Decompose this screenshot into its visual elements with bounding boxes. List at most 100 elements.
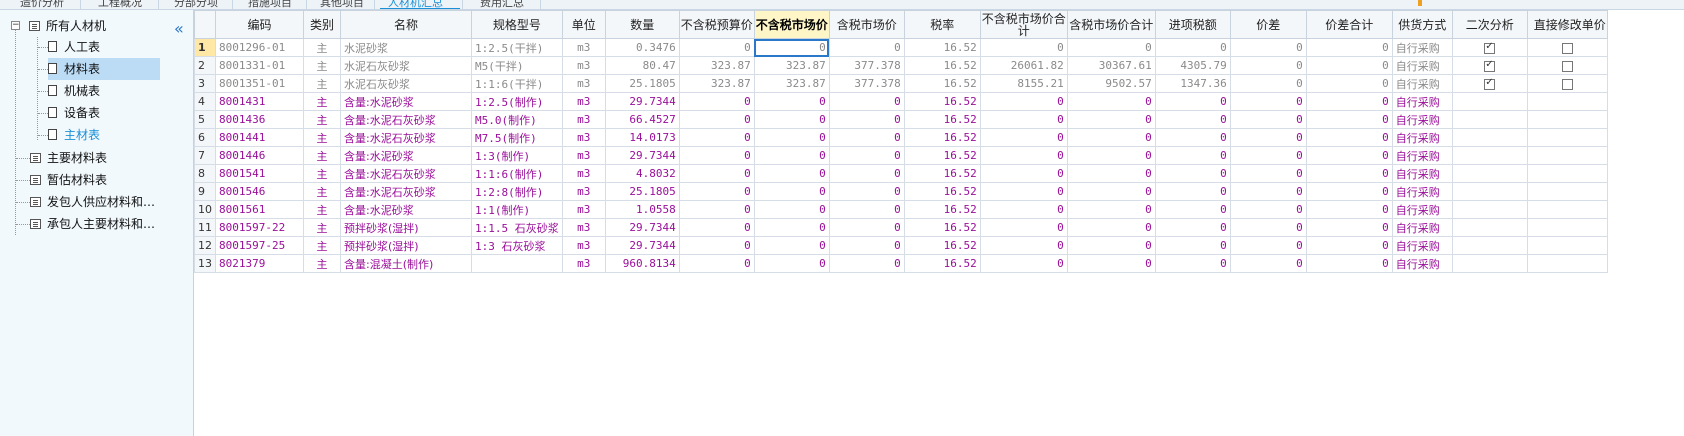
cell-quantity[interactable]: 25.1805 xyxy=(604,182,680,201)
cell-tax-rate[interactable]: 16.52 xyxy=(903,74,981,93)
cell-supply-method[interactable]: 自行采购 xyxy=(1391,74,1453,93)
cell-unit[interactable]: m3 xyxy=(561,200,606,219)
checked-checkbox[interactable] xyxy=(1484,59,1496,72)
cell-budget-price[interactable]: 0 xyxy=(678,128,755,147)
cell-spec[interactable]: 1:3 石灰砂浆 xyxy=(471,236,563,255)
cell-market-total[interactable]: 0 xyxy=(979,110,1068,129)
tree-item-provisional-materials[interactable]: 暂估材料表 xyxy=(30,169,107,191)
cell-name[interactable]: 含量:水泥砂浆 xyxy=(340,92,472,111)
cell-budget-price[interactable]: 0 xyxy=(678,164,755,183)
cell-market-tax-total[interactable]: 0 xyxy=(1066,218,1156,237)
cell-supply-method[interactable]: 自行采购 xyxy=(1391,92,1453,111)
cell-market-tax-total[interactable]: 0 xyxy=(1066,92,1156,111)
header-market-total[interactable]: 不含税市场价合计 xyxy=(979,10,1068,39)
cell-supply-method[interactable]: 自行采购 xyxy=(1391,56,1453,75)
tree-root-all-materials[interactable]: − 所有人材机 xyxy=(11,15,106,37)
cell-price-diff[interactable]: 0 xyxy=(1229,38,1307,57)
cell-price-diff[interactable]: 0 xyxy=(1229,56,1307,75)
cell-code[interactable]: 8001331-01 xyxy=(215,56,304,75)
row-number[interactable]: 3 xyxy=(194,74,216,93)
table-row[interactable]: 13 8021379 主含量:混凝土(制作) m3 960.8134 0 0 0 16.52 0 0… xyxy=(194,254,1608,273)
cell-input-tax[interactable]: 4305.79 xyxy=(1154,56,1231,75)
cell-type[interactable]: 主 xyxy=(303,146,341,165)
cell-name[interactable]: 水泥砂浆 xyxy=(340,38,472,57)
cell-market-price[interactable]: 0 xyxy=(753,128,830,147)
cell-market-tax-total[interactable]: 0 xyxy=(1066,236,1156,255)
cell-input-tax[interactable]: 0 xyxy=(1154,182,1231,201)
cell-price-diff-total[interactable]: 0 xyxy=(1305,56,1393,75)
header-type[interactable]: 类别 xyxy=(303,10,341,39)
cell-unit[interactable]: m3 xyxy=(561,254,606,273)
cell-price-diff[interactable]: 0 xyxy=(1229,254,1307,273)
cell-unit[interactable]: m3 xyxy=(561,164,606,183)
cell-budget-price[interactable]: 0 xyxy=(678,38,755,57)
cell-unit[interactable]: m3 xyxy=(561,218,606,237)
cell-type[interactable]: 主 xyxy=(303,38,341,57)
cell-market-total[interactable]: 0 xyxy=(979,236,1068,255)
cell-supply-method[interactable]: 自行采购 xyxy=(1391,38,1453,57)
cell-price-diff-total[interactable]: 0 xyxy=(1305,254,1393,273)
cell-market-price[interactable]: 0 xyxy=(753,200,830,219)
table-row[interactable]: 11 8001597-22 主预拌砂浆(湿拌) 1:1.5 石灰砂浆 m3 29.7344… xyxy=(194,218,1608,237)
header-input-tax[interactable]: 进项税额 xyxy=(1154,10,1231,39)
cell-price-diff-total[interactable]: 0 xyxy=(1305,38,1393,57)
cell-quantity[interactable]: 4.8032 xyxy=(604,164,680,183)
tree-item-materials[interactable]: 材料表 xyxy=(48,58,160,80)
cell-tax-rate[interactable]: 16.52 xyxy=(903,128,981,147)
cell-market-price-tax[interactable]: 0 xyxy=(828,218,905,237)
tree-item-machinery[interactable]: 机械表 xyxy=(48,80,160,102)
cell-price-diff-total[interactable]: 0 xyxy=(1305,236,1393,255)
unchecked-checkbox[interactable] xyxy=(1561,60,1573,72)
table-row[interactable]: 8 8001541 主含量:水泥石灰砂浆 1:1:6(制作) m3 4.8032 0 0 0 16… xyxy=(194,164,1608,183)
cell-market-price[interactable]: 323.87 xyxy=(753,74,830,93)
cell-market-total[interactable]: 0 xyxy=(979,38,1068,57)
table-row[interactable]: 7 8001446 主含量:水泥砂浆 1:3(制作) m3 29.7344 0 0 0 16.52… xyxy=(194,146,1608,165)
cell-type[interactable]: 主 xyxy=(303,56,341,75)
cell-type[interactable]: 主 xyxy=(303,164,341,183)
table-row[interactable]: 10 8001561 主含量:水泥砂浆 1:1(制作) m3 1.0558 0 0 0 16.52… xyxy=(194,200,1608,219)
cell-market-price-tax[interactable]: 0 xyxy=(828,110,905,129)
cell-market-tax-total[interactable]: 30367.61 xyxy=(1066,56,1156,75)
cell-supply-method[interactable]: 自行采购 xyxy=(1391,236,1453,255)
cell-market-price[interactable]: 0 xyxy=(753,110,830,129)
cell-code[interactable]: 8001436 xyxy=(215,110,304,129)
table-row[interactable]: 6 8001441 主含量:水泥石灰砂浆 M7.5(制作) m3 14.0173 0 0 0 16… xyxy=(194,128,1608,147)
cell-market-tax-total[interactable]: 0 xyxy=(1066,146,1156,165)
cell-budget-price[interactable]: 0 xyxy=(678,200,755,219)
cell-price-diff-total[interactable]: 0 xyxy=(1305,128,1393,147)
checked-checkbox[interactable] xyxy=(1484,77,1496,90)
cell-price-diff[interactable]: 0 xyxy=(1229,236,1307,255)
cell-market-price-tax[interactable]: 0 xyxy=(828,164,905,183)
cell-budget-price[interactable]: 0 xyxy=(678,254,755,273)
cell-quantity[interactable]: 1.0558 xyxy=(604,200,680,219)
row-number[interactable]: 7 xyxy=(194,146,216,165)
cell-market-price-tax[interactable]: 377.378 xyxy=(828,74,905,93)
cell-price-diff-total[interactable]: 0 xyxy=(1305,74,1393,93)
row-number[interactable]: 5 xyxy=(194,110,216,129)
tab-fee-summary[interactable]: 费用汇总 xyxy=(480,0,524,9)
table-row[interactable]: 4 8001431 主含量:水泥砂浆 1:2.5(制作) m3 29.7344 0 0 0 16.… xyxy=(194,92,1608,111)
cell-code[interactable]: 8001561 xyxy=(215,200,304,219)
row-number[interactable]: 9 xyxy=(194,182,216,201)
cell-name[interactable]: 含量:水泥砂浆 xyxy=(340,146,472,165)
cell-market-price[interactable]: 323.87 xyxy=(753,56,830,75)
row-number[interactable]: 11 xyxy=(194,218,216,237)
tab-project-overview[interactable]: 工程概况 xyxy=(98,0,142,9)
cell-market-tax-total[interactable]: 0 xyxy=(1066,254,1156,273)
cell-unit[interactable]: m3 xyxy=(561,92,606,111)
cell-name[interactable]: 含量:水泥砂浆 xyxy=(340,200,472,219)
table-row[interactable]: 2 8001331-01 主水泥石灰砂浆 M5(干拌) m3 80.47 323.87 323… xyxy=(194,56,1608,75)
collapse-icon[interactable]: − xyxy=(11,21,20,30)
cell-input-tax[interactable]: 0 xyxy=(1154,200,1231,219)
cell-market-price[interactable]: 0 xyxy=(753,182,830,201)
cell-tax-rate[interactable]: 16.52 xyxy=(903,182,981,201)
cell-market-total[interactable]: 0 xyxy=(979,200,1068,219)
tree-item-owner-supplied[interactable]: 发包人供应材料和… xyxy=(30,191,155,213)
cell-market-tax-total[interactable]: 0 xyxy=(1066,182,1156,201)
cell-spec[interactable]: 1:2:8(制作) xyxy=(471,182,563,201)
row-number[interactable]: 2 xyxy=(194,56,216,75)
cell-input-tax[interactable]: 0 xyxy=(1154,128,1231,147)
cell-quantity[interactable]: 80.47 xyxy=(604,56,680,75)
tab-measures[interactable]: 措施项目 xyxy=(248,0,292,9)
cell-type[interactable]: 主 xyxy=(303,110,341,129)
